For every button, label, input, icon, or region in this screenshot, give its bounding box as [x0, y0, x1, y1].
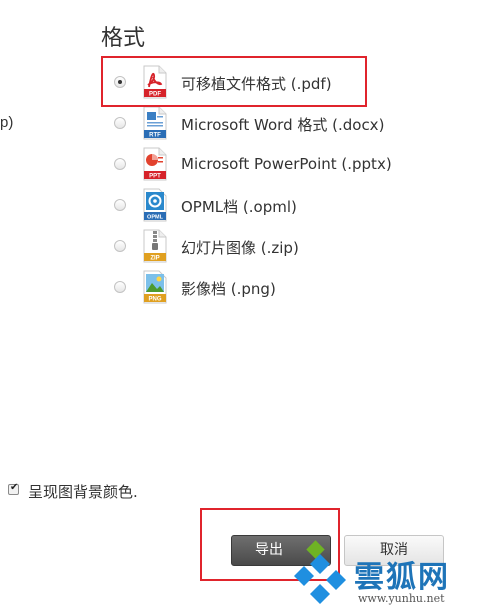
format-section-title: 格式: [101, 26, 146, 51]
format-option-zip[interactable]: ZIP 幻灯片图像 (.zip): [114, 227, 414, 267]
format-option-pptx[interactable]: PPT Microsoft PowerPoint (.pptx): [114, 145, 414, 185]
format-option-docx[interactable]: RTF Microsoft Word 格式 (.docx): [114, 104, 414, 144]
watermark-url: www.yunhu.net: [358, 592, 445, 605]
png-file-icon: PNG: [143, 270, 167, 304]
png-icon-tag: PNG: [148, 297, 161, 303]
radio-pptx[interactable]: [114, 158, 126, 170]
format-label-pptx: Microsoft PowerPoint (.pptx): [181, 155, 392, 173]
format-label-opml: OPML档 (.opml): [181, 198, 297, 216]
rtf-icon-tag: RTF: [149, 133, 161, 139]
watermark-brand: 雲狐网: [354, 560, 450, 595]
zip-icon-tag: ZIP: [150, 256, 159, 262]
format-label-zip: 幻灯片图像 (.zip): [181, 239, 299, 257]
radio-opml[interactable]: [114, 199, 126, 211]
zip-file-icon: ZIP: [143, 229, 167, 263]
watermark-windows-icon: [294, 554, 346, 604]
format-option-opml[interactable]: OPML OPML档 (.opml): [114, 186, 414, 226]
background-color-label: 呈现图背景颜色.: [28, 483, 138, 501]
pdf-highlight-box: [101, 56, 367, 107]
opml-icon-tag: OPML: [147, 215, 164, 221]
radio-zip[interactable]: [114, 240, 126, 252]
radio-png[interactable]: [114, 281, 126, 293]
opml-file-icon: OPML: [143, 188, 167, 222]
ppt-icon-tag: PPT: [149, 174, 161, 180]
watermark-logo: 雲狐网 www.yunhu.net: [288, 552, 478, 612]
format-option-png[interactable]: PNG 影像档 (.png): [114, 268, 414, 308]
ppt-file-icon: PPT: [143, 147, 167, 181]
check-icon: ✔: [10, 482, 19, 493]
format-label-png: 影像档 (.png): [181, 280, 276, 298]
left-cut-text: p): [0, 114, 14, 131]
format-label-docx: Microsoft Word 格式 (.docx): [181, 116, 385, 134]
background-color-checkbox[interactable]: ✔: [8, 482, 19, 495]
radio-docx[interactable]: [114, 117, 126, 129]
rtf-file-icon: RTF: [143, 106, 167, 140]
